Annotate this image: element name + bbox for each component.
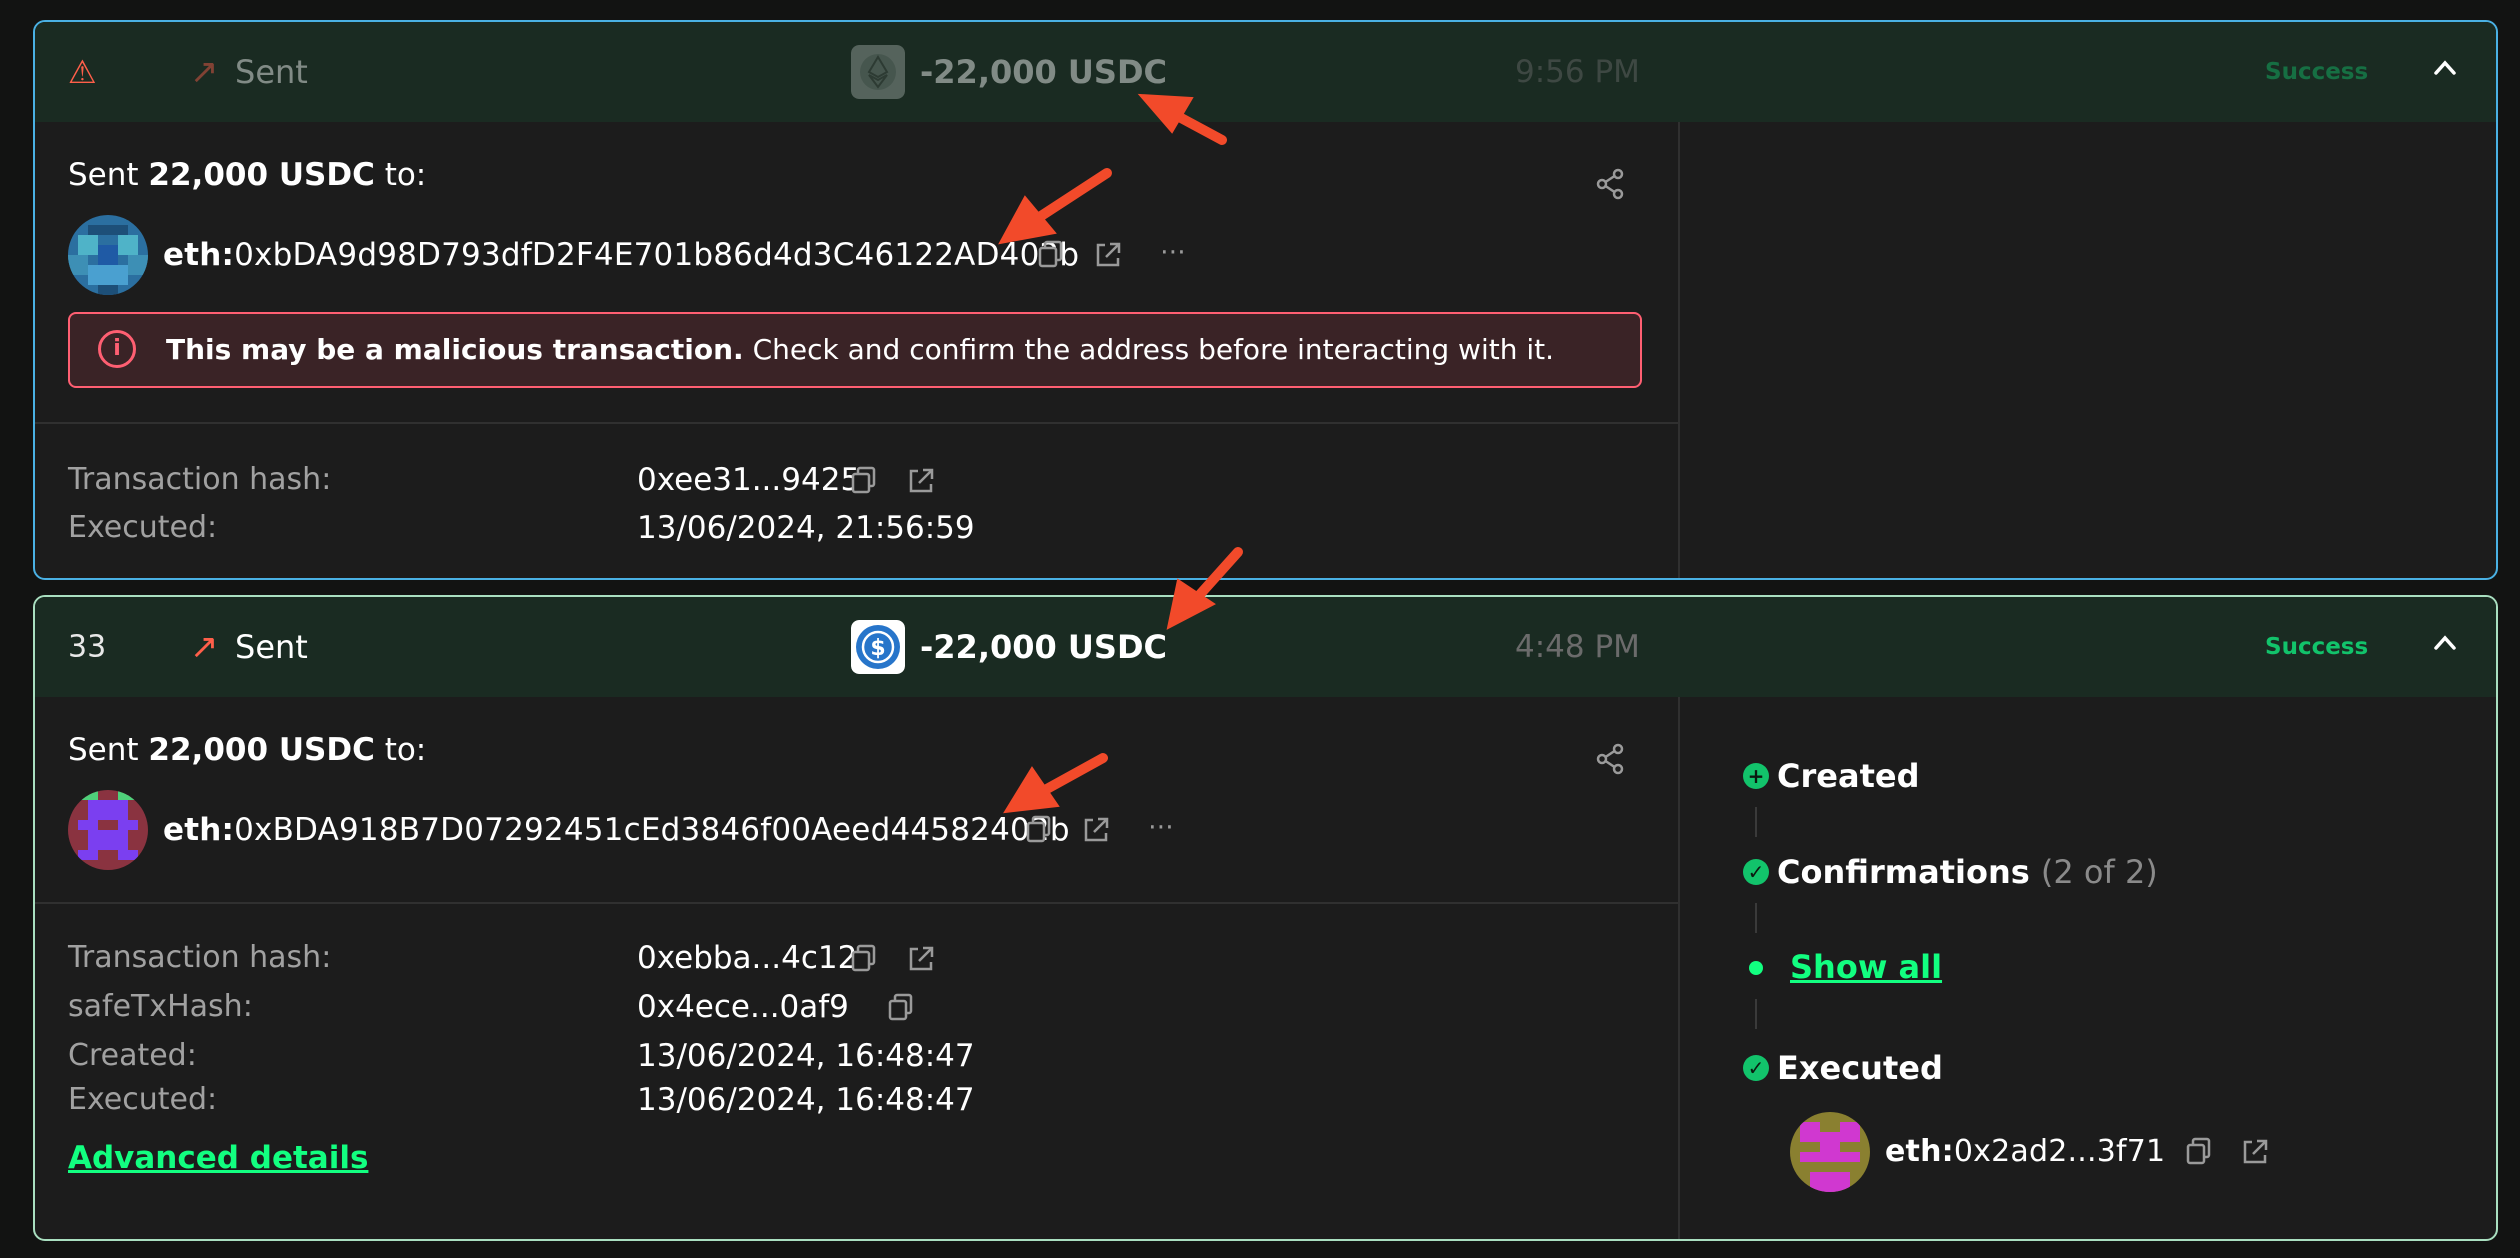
annotation-arrows	[998, 93, 1243, 814]
annotation-arrowhead	[1137, 93, 1194, 134]
